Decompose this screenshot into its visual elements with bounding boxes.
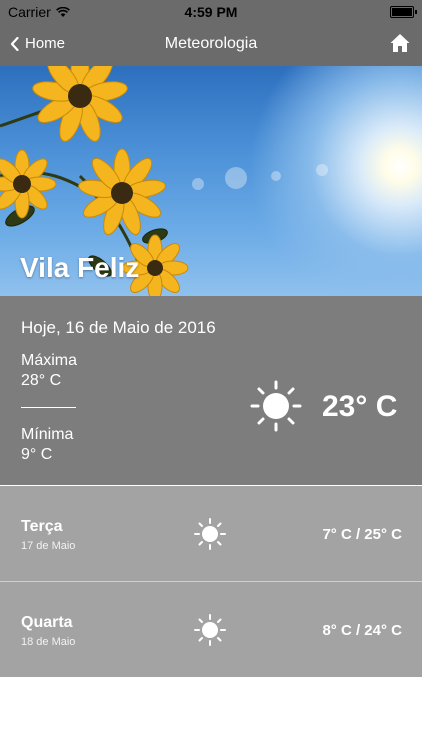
navigation-bar: Home Meteorologia (0, 24, 422, 66)
forecast-row[interactable]: Terça 17 de Maio 7° C / 25° C (0, 486, 422, 581)
forecast-row[interactable]: Quarta 18 de Maio 8° C / 24° C (0, 582, 422, 677)
max-label: Máxima (21, 352, 78, 369)
forecast-day: Quarta (21, 614, 73, 631)
home-icon (390, 34, 410, 52)
sun-icon (194, 614, 226, 646)
page-title: Meteorologia (164, 35, 258, 52)
sun-icon (194, 518, 226, 550)
forecast-day: Terça (21, 518, 63, 535)
min-value: 9° C (21, 446, 53, 463)
min-label: Mínima (21, 426, 74, 443)
max-value: 28° C (21, 372, 62, 389)
forecast-temps: 7° C / 25° C (322, 526, 402, 543)
status-bar: Carrier 4:59 PM (0, 0, 422, 24)
home-button[interactable] (390, 33, 410, 58)
sun-icon (250, 380, 302, 432)
forecast-date: 17 de Maio (21, 540, 76, 552)
city-name: Vila Feliz (20, 252, 140, 283)
battery-icon (390, 6, 417, 18)
today-panel: Hoje, 16 de Maio de 2016 Máxima 28° C Mí… (0, 296, 422, 485)
city-banner: Vila Feliz (0, 66, 422, 296)
current-temperature: 23° C (322, 390, 398, 423)
today-date: Hoje, 16 de Maio de 2016 (21, 318, 216, 337)
status-time: 4:59 PM (184, 4, 238, 20)
forecast-temps: 8° C / 24° C (322, 622, 402, 639)
forecast-date: 18 de Maio (21, 636, 76, 648)
divider (21, 407, 76, 408)
